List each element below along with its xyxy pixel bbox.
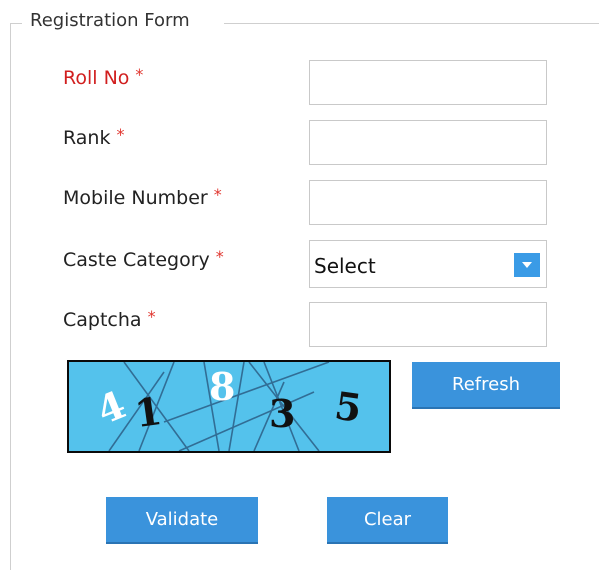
required-marker: * bbox=[135, 65, 144, 84]
captcha-input[interactable] bbox=[309, 302, 547, 347]
chevron-down-icon[interactable] bbox=[514, 253, 540, 277]
captcha-digit: 3 bbox=[269, 391, 295, 436]
required-marker: * bbox=[213, 185, 222, 204]
mobile-number-label-text: Mobile Number bbox=[63, 187, 208, 209]
captcha-digit: 4 bbox=[90, 382, 131, 434]
fieldset-border bbox=[10, 23, 11, 570]
captcha-label-text: Captcha bbox=[63, 309, 142, 331]
required-marker: * bbox=[215, 247, 224, 266]
captcha-digit: 8 bbox=[209, 364, 235, 409]
rank-label-text: Rank bbox=[63, 127, 111, 149]
clear-button[interactable]: Clear bbox=[327, 497, 448, 544]
captcha-digit: 5 bbox=[332, 383, 364, 431]
rank-input[interactable] bbox=[309, 120, 547, 165]
caste-category-label-text: Caste Category bbox=[63, 249, 210, 271]
captcha-image: 4 1 8 3 5 bbox=[67, 360, 391, 453]
rank-label: Rank * bbox=[63, 125, 125, 149]
captcha-noise-lines: 4 1 8 3 5 bbox=[90, 362, 365, 451]
required-marker: * bbox=[147, 307, 156, 326]
fieldset-border bbox=[224, 23, 599, 24]
roll-no-input[interactable] bbox=[309, 60, 547, 105]
caste-category-label: Caste Category * bbox=[63, 247, 224, 271]
refresh-button[interactable]: Refresh bbox=[412, 362, 560, 409]
mobile-number-label: Mobile Number * bbox=[63, 185, 222, 209]
roll-no-label: Roll No * bbox=[63, 65, 144, 89]
required-marker: * bbox=[116, 125, 125, 144]
fieldset-border bbox=[10, 23, 22, 24]
mobile-number-input[interactable] bbox=[309, 180, 547, 225]
roll-no-label-text: Roll No bbox=[63, 67, 130, 89]
form-legend: Registration Form bbox=[30, 10, 190, 31]
captcha-digit: 1 bbox=[132, 388, 164, 436]
captcha-label: Captcha * bbox=[63, 307, 156, 331]
caste-category-selected-value: Select bbox=[314, 254, 376, 278]
caste-category-select[interactable]: Select bbox=[309, 240, 547, 288]
validate-button[interactable]: Validate bbox=[106, 497, 258, 544]
